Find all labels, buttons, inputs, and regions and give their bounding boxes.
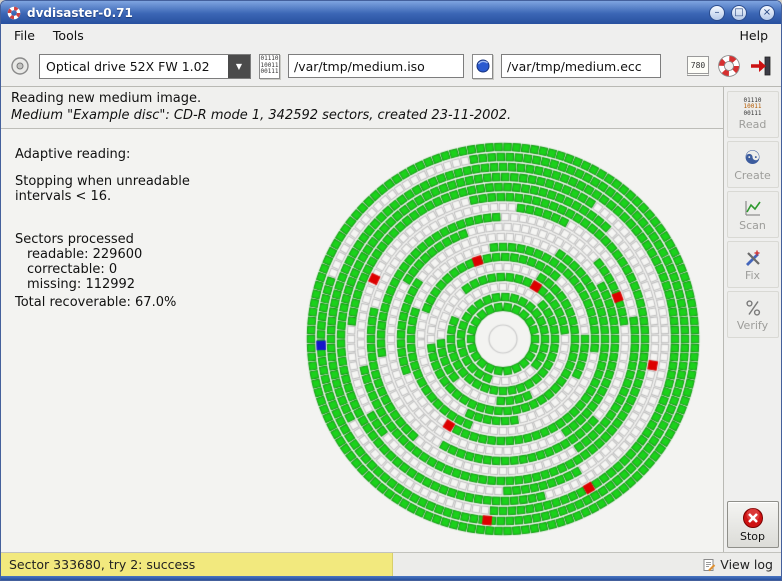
- create-button-label: Create: [734, 168, 771, 182]
- read-button[interactable]: 01110 10011 00111 Read: [726, 91, 779, 138]
- read-icon: 01110 10011 00111: [743, 97, 762, 117]
- panel-spacer: [15, 162, 190, 174]
- missing-row: missing: 112992: [15, 277, 190, 292]
- missing-value: 112992: [85, 277, 136, 292]
- verify-icon: [745, 299, 760, 316]
- create-icon: ☯: [743, 146, 762, 169]
- ecc-file-input[interactable]: [501, 54, 661, 78]
- close-button[interactable]: ×: [759, 4, 775, 21]
- scan-button[interactable]: Scan: [726, 191, 779, 238]
- panel-spacer: [15, 204, 190, 232]
- verify-button[interactable]: Verify: [726, 291, 779, 338]
- content-column: Reading new medium image. Medium "Exampl…: [1, 87, 723, 552]
- correctable-label: correctable:: [27, 262, 105, 277]
- adaptive-reading-panel: Adaptive reading: Stopping when unreadab…: [15, 147, 190, 310]
- titlebar[interactable]: dvdisaster-0.71 – □ ×: [1, 1, 781, 24]
- binary-row: 00111: [743, 109, 762, 117]
- toolbar: Optical drive 52X FW 1.02 ▼ 01110 10011 …: [1, 46, 781, 87]
- window-bottom-border: [1, 576, 781, 580]
- panel-heading: Adaptive reading:: [15, 147, 131, 162]
- missing-label: missing:: [27, 277, 82, 292]
- drive-select-dropdown[interactable]: Optical drive 52X FW 1.02 ▼: [39, 53, 251, 79]
- window-title: dvdisaster-0.71: [27, 5, 133, 20]
- read-button-label: Read: [738, 118, 767, 132]
- chevron-down-icon[interactable]: ▼: [228, 54, 250, 78]
- view-log-icon: [703, 558, 716, 571]
- stopping-line-2: intervals < 16.: [15, 189, 112, 204]
- stop-button-label: Stop: [739, 529, 765, 543]
- fix-button[interactable]: Fix: [726, 241, 779, 288]
- app-window: dvdisaster-0.71 – □ × File Tools Help Op…: [0, 0, 782, 581]
- statusbar: Sector 333680, try 2: success View log: [1, 552, 781, 576]
- fix-button-label: Fix: [744, 268, 761, 282]
- stop-button[interactable]: Stop: [726, 501, 779, 548]
- correctable-value: 0: [108, 262, 118, 277]
- image-file-input[interactable]: [288, 54, 464, 78]
- reading-main-area: Adaptive reading: Stopping when unreadab…: [1, 129, 723, 552]
- window-lifebelt-icon: [7, 6, 21, 19]
- drive-icon: [11, 57, 29, 75]
- view-log-button[interactable]: View log: [694, 557, 781, 572]
- fix-icon: [745, 250, 760, 266]
- ecc-globe-glyph: [476, 59, 489, 73]
- quit-icon[interactable]: [749, 54, 773, 78]
- drive-select-value: Optical drive 52X FW 1.02: [46, 58, 210, 74]
- total-recoverable-line: Total recoverable: 67.0%: [15, 295, 177, 310]
- create-button[interactable]: ☯ Create: [726, 141, 779, 188]
- sector-size-icon[interactable]: 780: [687, 56, 709, 76]
- menu-tools[interactable]: Tools: [44, 26, 93, 45]
- menu-file[interactable]: File: [5, 26, 44, 45]
- menubar: File Tools Help: [1, 24, 781, 46]
- readable-row: readable: 229600: [15, 247, 190, 262]
- sectors-heading: Sectors processed: [15, 232, 134, 247]
- maximize-button[interactable]: □: [731, 4, 747, 21]
- disc-spiral: [293, 129, 713, 549]
- status-message-area: Reading new medium image. Medium "Exampl…: [1, 87, 723, 129]
- action-sidebar: 01110 10011 00111 Read ☯ Create Scan Fix…: [723, 87, 781, 552]
- binary-row: 00111: [260, 68, 279, 76]
- image-file-icon: 01110 10011 00111: [259, 53, 280, 79]
- content-row: Reading new medium image. Medium "Exampl…: [1, 87, 781, 552]
- scan-icon: [744, 200, 761, 216]
- scan-button-label: Scan: [739, 218, 766, 232]
- view-log-label: View log: [720, 557, 773, 572]
- readable-label: readable:: [27, 247, 89, 262]
- sector-status-message: Sector 333680, try 2: success: [1, 553, 393, 576]
- correctable-row: correctable: 0: [15, 262, 190, 277]
- toolbar-right-group: 780: [687, 54, 773, 78]
- stop-icon: [742, 507, 763, 528]
- medium-info-line: Medium "Example disc": CD-R mode 1, 3425…: [11, 108, 512, 123]
- stopping-line-1: Stopping when unreadable: [15, 174, 190, 189]
- readable-value: 229600: [92, 247, 143, 262]
- ecc-file-icon: [472, 53, 493, 79]
- verify-button-label: Verify: [736, 318, 769, 332]
- help-lifebelt-icon[interactable]: [717, 54, 741, 78]
- minimize-button[interactable]: –: [709, 4, 725, 21]
- action-status-line: Reading new medium image.: [11, 91, 202, 106]
- menu-help[interactable]: Help: [731, 26, 778, 45]
